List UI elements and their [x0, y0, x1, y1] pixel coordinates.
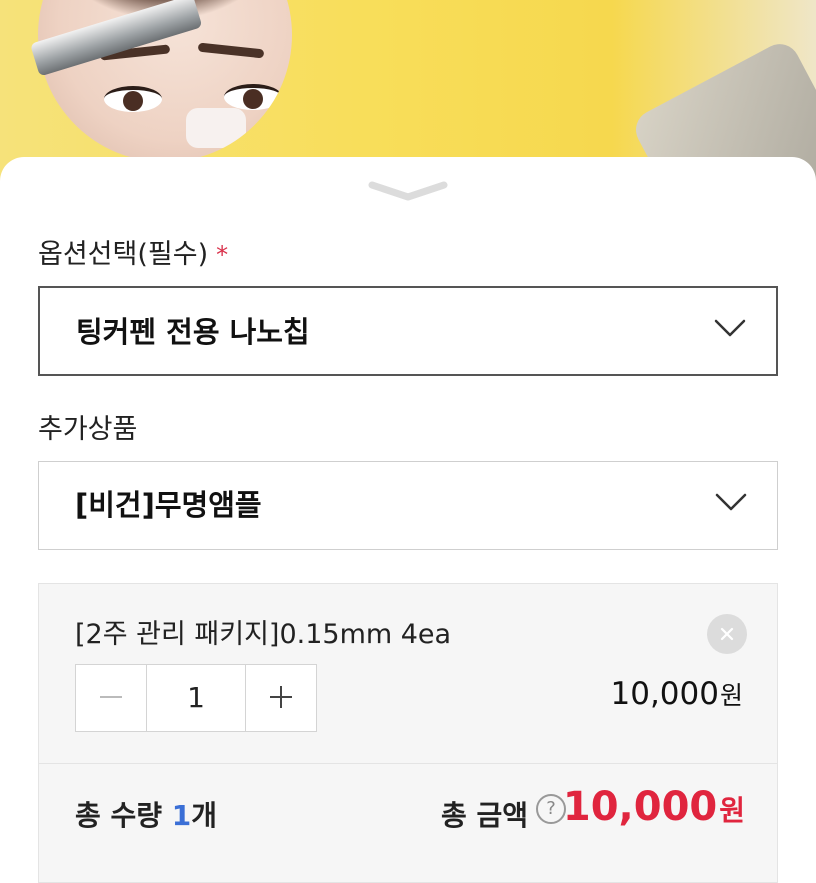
total-amount-unit: 원: [719, 794, 745, 827]
increase-quantity-button[interactable]: [246, 665, 316, 731]
addon-select-value: [비건]무명앰플: [75, 488, 262, 522]
plus-icon: [270, 686, 293, 708]
required-mark: *: [216, 241, 229, 269]
quantity-value[interactable]: 1: [145, 665, 247, 731]
minus-icon: [100, 696, 122, 698]
selected-item-card: [2주 관리 패키지]0.15mm 4ea 1 10,000원: [38, 583, 778, 783]
total-quantity: 총 수량 1개: [75, 794, 217, 834]
chevron-down-icon: [715, 492, 747, 516]
option-bottom-sheet: 옵션선택(필수) * 팅커펜 전용 나노칩 추가상품 [비건]무명앰플 [2주 관…: [0, 157, 816, 883]
order-summary: 총 수량 1개 총 금액 ? 10,000원: [38, 763, 778, 883]
decrease-quantity-button[interactable]: [76, 665, 146, 731]
help-icon[interactable]: ?: [536, 794, 566, 824]
total-amount-value: 10,000: [562, 784, 718, 830]
option-section-label: 옵션선택(필수) *: [38, 232, 228, 271]
item-name: [2주 관리 패키지]0.15mm 4ea: [75, 619, 452, 650]
addon-section-label: 추가상품: [38, 414, 138, 445]
quantity-stepper: 1: [75, 664, 317, 732]
remove-item-button[interactable]: [707, 614, 747, 654]
total-amount-label: 총 금액: [441, 799, 529, 832]
item-price: 10,000원: [611, 676, 744, 712]
option-select-value: 팅커펜 전용 나노칩: [76, 315, 310, 349]
option-select[interactable]: 팅커펜 전용 나노칩: [38, 286, 778, 376]
addon-select[interactable]: [비건]무명앰플: [38, 461, 778, 550]
close-icon: [720, 627, 734, 641]
item-price-unit: 원: [719, 681, 743, 710]
option-label-text: 옵션선택(필수): [38, 239, 209, 270]
chevron-down-icon: [714, 318, 746, 342]
total-amount: 10,000원: [563, 784, 745, 830]
item-price-value: 10,000: [610, 676, 719, 712]
sheet-collapse-handle[interactable]: [366, 179, 450, 205]
